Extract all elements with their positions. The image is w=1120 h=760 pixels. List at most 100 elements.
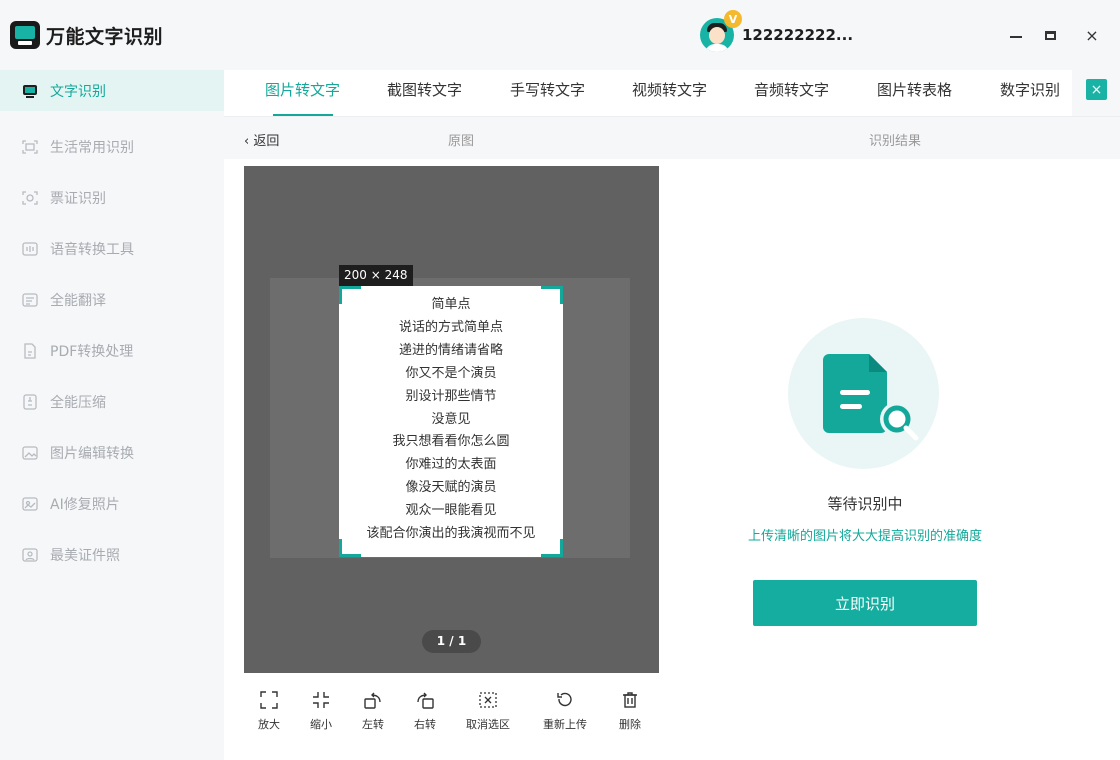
cancel-selection-label: 取消选区 bbox=[466, 718, 510, 731]
feature-tabs: 图片转文字 截图转文字 手写转文字 视频转文字 音频转文字 图片转表格 数字识别… bbox=[224, 70, 1120, 117]
sidebar-item-text-recognize[interactable]: 文字识别 bbox=[0, 70, 224, 111]
image-text-line: 该配合你演出的我演视而不见 bbox=[366, 526, 536, 542]
image-text-line: 说话的方式简单点 bbox=[398, 319, 503, 335]
sub-header: ‹ 返回 原图 识别结果 bbox=[224, 117, 1120, 159]
sidebar-item-label: 票证识别 bbox=[50, 190, 106, 207]
back-button[interactable]: ‹ 返回 bbox=[244, 130, 279, 149]
image-edit-icon bbox=[22, 445, 38, 461]
image-text-line: 你又不是个演员 bbox=[405, 365, 497, 381]
user-name[interactable]: 122222222... bbox=[742, 26, 853, 44]
maximize-icon bbox=[1044, 30, 1056, 40]
sidebar-item-life-recognize[interactable]: 生活常用识别 bbox=[0, 121, 224, 172]
sidebar-item-label: PDF转换处理 bbox=[50, 343, 134, 360]
voice-tool-icon bbox=[22, 241, 38, 257]
tab-image-to-text[interactable]: 图片转文字 bbox=[265, 70, 340, 116]
tab-number-recognize[interactable]: 数字识别 bbox=[1000, 70, 1060, 116]
translate-icon bbox=[22, 292, 38, 308]
zoom-in-button[interactable]: 放大 bbox=[258, 690, 280, 732]
user-profile[interactable]: V 122222222... bbox=[700, 10, 853, 52]
recognize-now-button[interactable]: 立即识别 bbox=[753, 580, 977, 626]
image-text-line: 别设计那些情节 bbox=[405, 388, 497, 404]
minimize-button[interactable] bbox=[1005, 24, 1027, 46]
app-window: 万能文字识别 文字识别 生活常用识别 票证识别 语音转换工具 全能翻译 PDF转… bbox=[0, 0, 1120, 760]
crop-handle-bottom-right[interactable] bbox=[541, 539, 563, 557]
sidebar-item-id-photo[interactable]: 最美证件照 bbox=[0, 529, 224, 580]
selection-size-label: 200 × 248 bbox=[339, 265, 413, 286]
sidebar-item-label: 全能翻译 bbox=[50, 292, 106, 309]
maximize-button[interactable] bbox=[1039, 24, 1061, 46]
sidebar-item-ticket-recognize[interactable]: 票证识别 bbox=[0, 172, 224, 223]
reupload-label: 重新上传 bbox=[543, 718, 587, 731]
sidebar-menu: 文字识别 生活常用识别 票证识别 语音转换工具 全能翻译 PDF转换处理 全能压… bbox=[0, 70, 224, 580]
sidebar-item-label: 最美证件照 bbox=[50, 547, 120, 564]
tab-handwriting-to-text[interactable]: 手写转文字 bbox=[510, 70, 585, 116]
text-recognize-icon bbox=[22, 83, 38, 99]
id-photo-icon bbox=[22, 547, 38, 563]
crop-handle-top-right[interactable] bbox=[541, 286, 563, 304]
crop-handle-bottom-left[interactable] bbox=[339, 539, 361, 557]
sidebar: 万能文字识别 文字识别 生活常用识别 票证识别 语音转换工具 全能翻译 PDF转… bbox=[0, 0, 224, 760]
tab-image-to-table[interactable]: 图片转表格 bbox=[877, 70, 952, 116]
sidebar-item-voice-tool[interactable]: 语音转换工具 bbox=[0, 223, 224, 274]
reupload-icon bbox=[557, 692, 572, 707]
tab-overflow-clip: 数字识别 bbox=[988, 70, 1070, 116]
ai-repair-icon bbox=[22, 496, 38, 512]
document-search-icon bbox=[823, 354, 919, 441]
cancel-selection-icon bbox=[479, 692, 497, 708]
pdf-icon bbox=[22, 342, 38, 359]
image-text-line: 我只想看看你怎么圆 bbox=[392, 434, 510, 450]
sidebar-item-label: 图片编辑转换 bbox=[50, 445, 134, 462]
image-text-line: 你难过的太表面 bbox=[405, 457, 497, 473]
status-hint: 上传清晰的图片将大大提高识别的准确度 bbox=[747, 529, 982, 544]
sidebar-item-image-edit[interactable]: 图片编辑转换 bbox=[0, 427, 224, 478]
close-window-button[interactable]: × bbox=[1081, 24, 1103, 46]
selection-area[interactable]: 简单点 说话的方式简单点 递进的情绪请省略 你又不是个演员 别设计那些情节 没意… bbox=[339, 286, 563, 557]
app-logo-icon bbox=[10, 21, 40, 49]
tab-video-to-text[interactable]: 视频转文字 bbox=[632, 70, 707, 116]
delete-button[interactable]: 删除 bbox=[619, 690, 641, 732]
image-text-line: 递进的情绪请省略 bbox=[398, 342, 503, 358]
delete-icon bbox=[623, 692, 637, 708]
sidebar-item-label: 生活常用识别 bbox=[50, 139, 134, 156]
reupload-button[interactable]: 重新上传 bbox=[543, 690, 587, 732]
original-image-label: 原图 bbox=[448, 134, 475, 149]
app-title: 万能文字识别 bbox=[46, 25, 164, 48]
sidebar-item-translate[interactable]: 全能翻译 bbox=[0, 274, 224, 325]
rotate-right-button[interactable]: 右转 bbox=[414, 690, 436, 732]
zoom-out-button[interactable]: 缩小 bbox=[310, 690, 332, 732]
sidebar-item-label: AI修复照片 bbox=[50, 496, 120, 513]
image-text-line: 像没天赋的演员 bbox=[405, 480, 497, 496]
rotate-right-icon bbox=[417, 692, 434, 709]
image-text-line: 没意见 bbox=[431, 411, 471, 427]
zoom-out-icon bbox=[313, 692, 329, 708]
sidebar-item-label: 文字识别 bbox=[50, 83, 106, 100]
title-bar: V 122222222... × bbox=[224, 0, 1120, 70]
tab-screenshot-to-text[interactable]: 截图转文字 bbox=[387, 70, 462, 116]
recognition-result-label: 识别结果 bbox=[869, 134, 922, 149]
status-title: 等待识别中 bbox=[827, 495, 903, 513]
sidebar-item-pdf[interactable]: PDF转换处理 bbox=[0, 325, 224, 376]
sidebar-item-compress[interactable]: 全能压缩 bbox=[0, 376, 224, 427]
cancel-selection-button[interactable]: 取消选区 bbox=[466, 690, 510, 732]
image-text-line: 观众一眼能看见 bbox=[405, 503, 497, 519]
compress-icon bbox=[22, 393, 38, 410]
rotate-left-label: 左转 bbox=[362, 718, 384, 731]
close-icon: × bbox=[1085, 25, 1099, 45]
tab-close-area: × bbox=[1072, 70, 1120, 116]
crop-handle-top-left[interactable] bbox=[339, 286, 361, 304]
minimize-icon bbox=[1010, 36, 1022, 38]
rotate-left-icon bbox=[364, 692, 381, 709]
waiting-illustration bbox=[786, 318, 940, 469]
image-text-line: 简单点 bbox=[431, 297, 471, 312]
life-scan-icon bbox=[22, 139, 38, 155]
delete-label: 删除 bbox=[619, 718, 641, 731]
rotate-left-button[interactable]: 左转 bbox=[362, 690, 384, 732]
sidebar-item-ai-repair[interactable]: AI修复照片 bbox=[0, 478, 224, 529]
image-toolbar: 放大 缩小 左转 右转 取消选区 重新上传 删除 bbox=[244, 690, 664, 740]
page-indicator: 1 / 1 bbox=[422, 630, 481, 653]
zoom-in-label: 放大 bbox=[258, 718, 280, 731]
tab-close-button[interactable]: × bbox=[1086, 79, 1107, 100]
image-preview[interactable]: 200 × 248 简单点 说话的方式简单点 递进的情绪请省略 你又不是个演员 … bbox=[244, 166, 659, 673]
tab-audio-to-text[interactable]: 音频转文字 bbox=[754, 70, 829, 116]
zoom-out-label: 缩小 bbox=[310, 718, 332, 731]
